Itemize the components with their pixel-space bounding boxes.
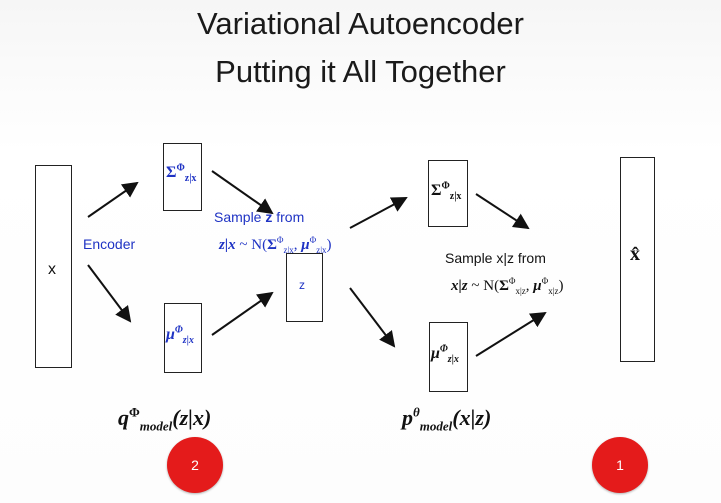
step-circle-1[interactable]: 1	[592, 437, 648, 493]
arrow-z-to-sigma	[349, 197, 408, 229]
input-x-label: x	[48, 261, 56, 278]
decoder-sigma-symbol: ΣΦz|x	[431, 180, 462, 203]
arrow-sigma-to-xhat	[475, 193, 530, 230]
output-xhat-label: x̂	[630, 243, 640, 265]
slide: Variational Autoencoder Putting it All T…	[0, 0, 721, 503]
sample-x-line2: x|z ~ N(ΣΦx|z, μΦx|z)	[451, 276, 564, 296]
encoder-sigma-symbol: ΣΦz|x	[166, 162, 197, 185]
p-model-formula: pθmodel(x|z)	[402, 404, 492, 434]
latent-z-label: z	[299, 278, 305, 292]
step-circle-2[interactable]: 2	[167, 437, 223, 493]
encoder-mu-symbol: μΦz|x	[166, 324, 194, 347]
arrow-mu-to-z	[211, 291, 274, 336]
arrow-sigma-to-z	[211, 170, 274, 215]
arrow-x-to-sigma	[87, 181, 139, 218]
arrow-mu-to-xhat	[475, 311, 547, 357]
encoder-label: Encoder	[83, 236, 136, 252]
sample-z-line1: Sample z from	[214, 209, 305, 225]
arrow-x-to-mu	[87, 264, 132, 323]
q-model-formula: qΦmodel(z|x)	[118, 404, 212, 434]
arrow-z-to-mu	[349, 287, 396, 348]
decoder-mu-symbol: μΦz|x	[431, 343, 459, 366]
sample-x-line1: Sample x|z from	[445, 250, 546, 266]
